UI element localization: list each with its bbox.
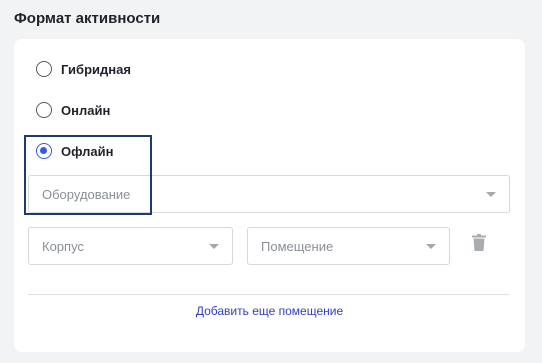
- trash-icon[interactable]: [472, 234, 486, 251]
- radio-button-online[interactable]: [36, 102, 52, 118]
- radio-button-hybrid[interactable]: [36, 61, 52, 77]
- radio-option-online[interactable]: Онлайн: [36, 102, 110, 118]
- radio-label-offline: Офлайн: [61, 143, 114, 159]
- radio-label-hybrid: Гибридная: [61, 61, 131, 77]
- building-select-placeholder: Корпус: [42, 238, 84, 254]
- room-select[interactable]: Помещение: [247, 227, 450, 265]
- building-select[interactable]: Корпус: [28, 227, 233, 265]
- caret-down-icon: [426, 244, 436, 249]
- equipment-select-placeholder: Оборудование: [42, 186, 131, 202]
- activity-format-card: Гибридная Онлайн Офлайн Оборудование Кор…: [14, 39, 525, 352]
- room-select-placeholder: Помещение: [261, 238, 334, 254]
- equipment-select[interactable]: Оборудование: [28, 175, 510, 213]
- radio-option-hybrid[interactable]: Гибридная: [36, 61, 131, 77]
- radio-label-online: Онлайн: [61, 102, 111, 118]
- caret-down-icon: [486, 192, 496, 197]
- divider: [28, 294, 510, 295]
- radio-option-offline[interactable]: Офлайн: [36, 143, 114, 159]
- radio-button-offline[interactable]: [36, 143, 52, 159]
- section-title: Формат активности: [14, 10, 161, 27]
- add-room-link[interactable]: Добавить еще помещение: [14, 304, 525, 318]
- caret-down-icon: [209, 244, 219, 249]
